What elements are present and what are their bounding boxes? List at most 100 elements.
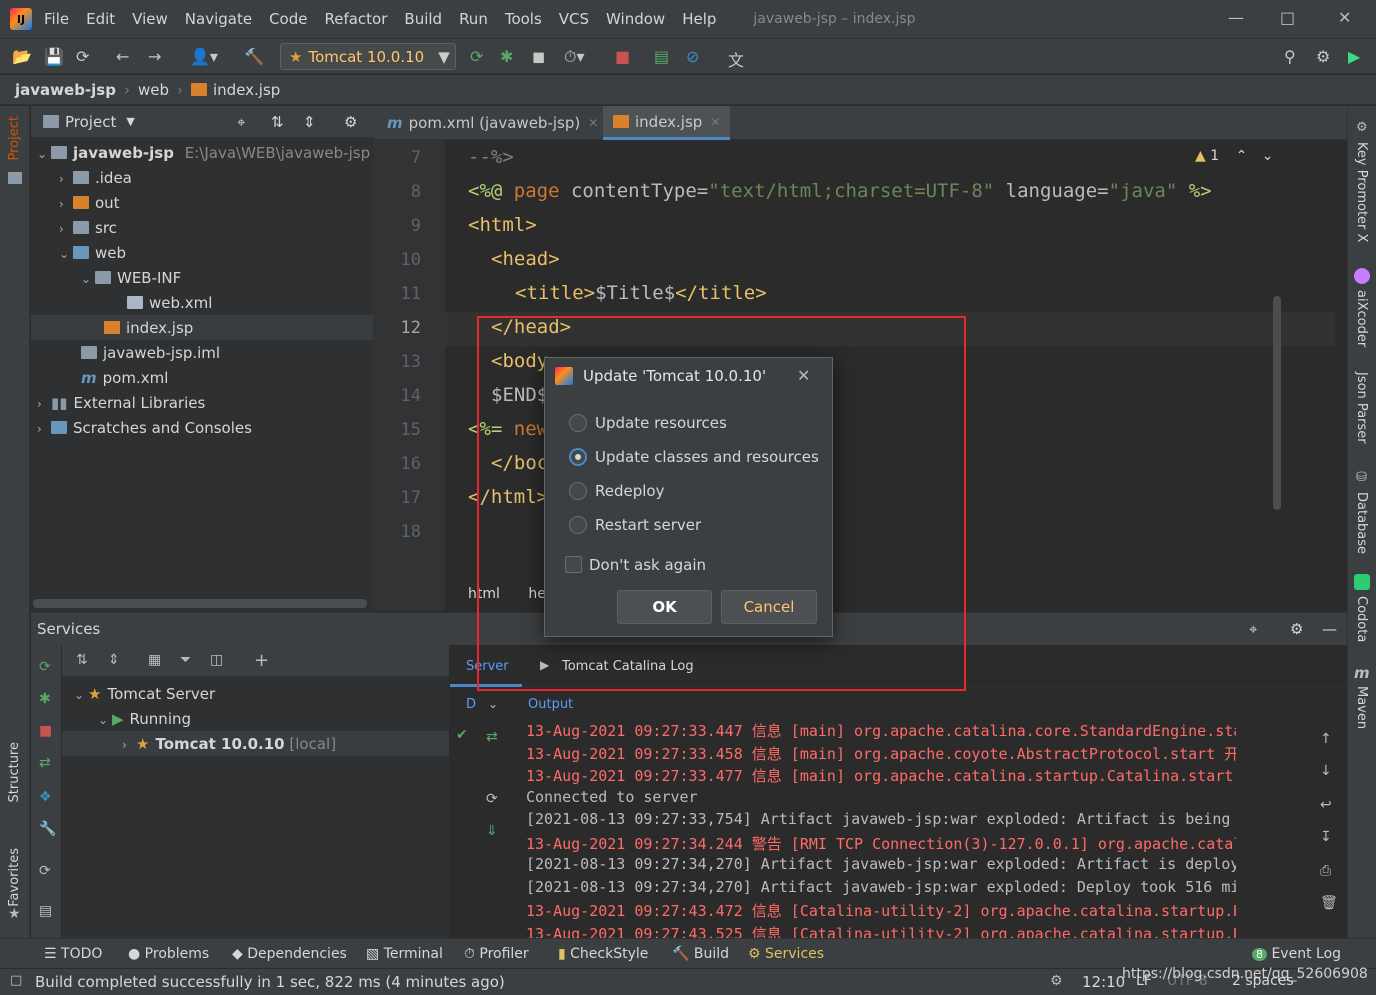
- radio-restart-server[interactable]: [569, 516, 587, 534]
- debug-icon[interactable]: ✱: [500, 47, 513, 66]
- artifact-icon[interactable]: ❖: [39, 789, 52, 805]
- chevron-down-icon[interactable]: ⌄: [1262, 148, 1274, 164]
- menu-refactor[interactable]: Refactor: [324, 10, 387, 28]
- translate-icon[interactable]: 文: [728, 47, 744, 71]
- minimize-icon[interactable]: —: [1228, 8, 1244, 27]
- gear-icon[interactable]: ⚙: [1290, 620, 1303, 638]
- aixcoder-tab[interactable]: aiXcoder: [1354, 290, 1369, 347]
- chevron-up-icon[interactable]: ⌃: [1236, 148, 1248, 164]
- menu-help[interactable]: Help: [682, 10, 716, 28]
- tree-item-webinf[interactable]: ⌄ WEB-INF: [81, 269, 181, 287]
- notification-icon[interactable]: ⚙: [1050, 973, 1063, 989]
- menu-build[interactable]: Build: [404, 10, 442, 28]
- wrench-icon[interactable]: 🔧: [39, 821, 56, 837]
- tab-todo[interactable]: ☰ TODO: [44, 946, 102, 962]
- filter-icon[interactable]: ⏷: [180, 652, 191, 668]
- tab-profiler[interactable]: ⏱ Profiler: [464, 946, 529, 962]
- key-promoter-tab[interactable]: Key Promoter X: [1354, 142, 1369, 242]
- tree-item-scratches[interactable]: › Scratches and Consoles: [37, 419, 252, 437]
- tree-item-external-libraries[interactable]: › ▮▮ External Libraries: [37, 394, 205, 412]
- maximize-icon[interactable]: □: [1280, 8, 1295, 27]
- breadcrumb-file[interactable]: index.jsp: [213, 81, 280, 99]
- tree-item-iml[interactable]: javaweb-jsp.iml: [81, 344, 220, 362]
- soft-wrap-icon[interactable]: ↩: [1320, 797, 1332, 813]
- tab-services[interactable]: ⚙ Services: [748, 946, 824, 962]
- sync-icon[interactable]: ⟳: [76, 47, 89, 66]
- menu-window[interactable]: Window: [606, 10, 665, 28]
- dont-ask-label[interactable]: Don't ask again: [589, 556, 706, 574]
- coverage-icon[interactable]: ◼: [532, 47, 545, 66]
- caret-position[interactable]: 12:10: [1082, 973, 1125, 991]
- codota-tab[interactable]: Codota: [1354, 596, 1369, 642]
- stop-icon[interactable]: ■: [39, 723, 52, 739]
- option-restart-server[interactable]: Restart server: [595, 516, 701, 534]
- collapse-all-icon[interactable]: ⇕: [303, 113, 316, 131]
- menu-edit[interactable]: Edit: [86, 10, 115, 28]
- disable-icon[interactable]: ⊘: [686, 47, 699, 66]
- project-panel-title[interactable]: Project: [65, 113, 116, 131]
- menu-tools[interactable]: Tools: [505, 10, 542, 28]
- locate-icon[interactable]: ⌖: [237, 113, 245, 131]
- chevron-down-icon[interactable]: ▼: [126, 115, 134, 128]
- structure-tool-tab[interactable]: Structure: [7, 742, 22, 802]
- rerun-icon[interactable]: ⟳: [39, 659, 51, 675]
- refresh-icon[interactable]: ⟳: [486, 791, 498, 807]
- cancel-button[interactable]: Cancel: [721, 590, 817, 624]
- breadcrumb-web[interactable]: web: [138, 81, 169, 99]
- redeploy-icon[interactable]: ⇓: [486, 823, 498, 839]
- close-tab-icon[interactable]: ✕: [710, 115, 720, 129]
- menu-file[interactable]: File: [44, 10, 69, 28]
- scroll-end-icon[interactable]: ↧: [1320, 829, 1332, 845]
- hide-icon[interactable]: —: [1322, 620, 1337, 638]
- layout-icon[interactable]: ▤: [39, 903, 52, 919]
- horizontal-scrollbar[interactable]: [33, 599, 367, 608]
- option-update-classes-and-resources[interactable]: Update classes and resources: [595, 448, 819, 466]
- tab-index-jsp[interactable]: index.jsp ✕: [603, 106, 731, 140]
- expand-all-icon[interactable]: ⇅: [271, 113, 284, 131]
- rerun-icon[interactable]: ⟳: [470, 47, 483, 66]
- deploy-icon[interactable]: ⇄: [486, 729, 498, 745]
- tab-terminal[interactable]: ▧ Terminal: [366, 946, 443, 962]
- run-config-select[interactable]: ★ Tomcat 10.0.10 ▼: [280, 43, 456, 70]
- settings-gear-icon[interactable]: ⚙: [1316, 47, 1330, 66]
- close-window-icon[interactable]: ✕: [1338, 8, 1351, 27]
- close-icon[interactable]: ✕: [797, 366, 810, 385]
- service-tomcat-server[interactable]: ⌄ ★ Tomcat Server: [74, 685, 215, 703]
- tab-pom-xml[interactable]: m pom.xml (javaweb-jsp) ✕: [377, 106, 608, 140]
- menu-run[interactable]: Run: [459, 10, 488, 28]
- expand-all-icon[interactable]: ⇅: [76, 652, 88, 668]
- service-running[interactable]: ⌄ ▶ Running: [98, 710, 191, 728]
- tab-dependencies[interactable]: ◆ Dependencies: [232, 946, 347, 962]
- new-tab-icon[interactable]: ◫: [210, 652, 223, 668]
- group-icon[interactable]: ▦: [148, 652, 161, 668]
- scroll-up-icon[interactable]: ↑: [1320, 731, 1332, 747]
- tree-item-src[interactable]: › src: [59, 219, 117, 237]
- tree-item-pomxml[interactable]: m pom.xml: [81, 369, 168, 387]
- database-tab[interactable]: Database: [1354, 492, 1369, 554]
- json-parser-tab[interactable]: Json Parser: [1354, 372, 1369, 444]
- radio-update-resources[interactable]: [569, 414, 587, 432]
- back-icon[interactable]: ←: [116, 47, 129, 66]
- warning-indicator[interactable]: ▲ 1 ⌃ ⌄: [1195, 148, 1274, 164]
- target-icon[interactable]: ⌖: [1249, 620, 1257, 638]
- menu-vcs[interactable]: VCS: [559, 10, 589, 28]
- stop-icon[interactable]: ■: [615, 47, 630, 66]
- deploy-icon[interactable]: ⇄: [39, 755, 51, 771]
- vertical-scrollbar[interactable]: [1273, 296, 1281, 510]
- ok-button[interactable]: OK: [617, 590, 712, 624]
- option-redeploy[interactable]: Redeploy: [595, 482, 664, 500]
- close-tab-icon[interactable]: ✕: [588, 116, 598, 130]
- favorites-tool-tab[interactable]: Favorites: [7, 848, 22, 907]
- tab-build[interactable]: 🔨 Build: [672, 946, 729, 962]
- menu-view[interactable]: View: [132, 10, 168, 28]
- profile-icon[interactable]: ⏱▾: [564, 47, 585, 67]
- tree-root[interactable]: ⌄ javaweb-jsp E:\Java\WEB\javaweb-jsp: [37, 144, 370, 162]
- radio-update-classes-and-resources[interactable]: [569, 448, 587, 466]
- status-icon[interactable]: □: [10, 973, 22, 988]
- tree-item-webxml[interactable]: web.xml: [127, 294, 212, 312]
- build-hammer-icon[interactable]: 🔨: [244, 47, 264, 66]
- tree-item-idea[interactable]: › .idea: [59, 169, 132, 187]
- open-folder-icon[interactable]: 📂: [12, 47, 32, 66]
- refresh-icon[interactable]: ⟳: [39, 863, 51, 879]
- service-tomcat-instance[interactable]: › ★ Tomcat 10.0.10 [local]: [122, 735, 336, 753]
